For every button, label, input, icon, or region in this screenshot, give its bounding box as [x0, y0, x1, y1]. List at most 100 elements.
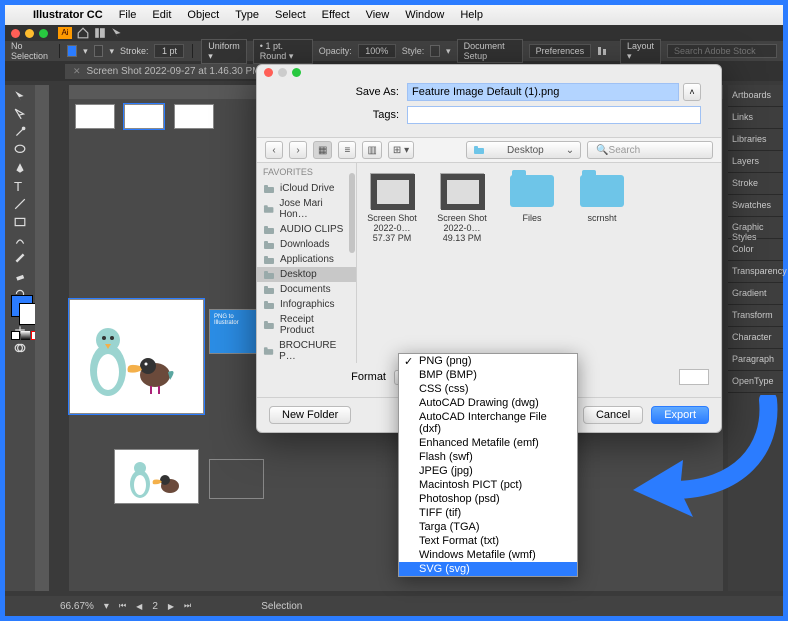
align-icon[interactable]: [597, 45, 608, 57]
stroke-profile[interactable]: Uniform ▾: [201, 39, 247, 64]
collapse-toggle-icon[interactable]: ˄: [683, 83, 701, 101]
brush-tool-icon[interactable]: [14, 234, 26, 246]
panel-libraries[interactable]: Libraries: [728, 129, 783, 151]
layout-button[interactable]: Layout ▾: [620, 39, 661, 64]
menu-help[interactable]: Help: [452, 9, 491, 21]
pen-tool-icon[interactable]: [14, 162, 26, 174]
opacity-input[interactable]: [358, 44, 396, 58]
saveas-input[interactable]: [407, 83, 679, 101]
zoom-level[interactable]: 66.67%: [60, 601, 94, 612]
sidebar-item[interactable]: BROCHURE P…: [257, 338, 356, 363]
format-menu-item[interactable]: CSS (css): [399, 382, 577, 396]
panel-opentype[interactable]: OpenType: [728, 371, 783, 393]
format-menu-item[interactable]: Photoshop (psd): [399, 492, 577, 506]
shapebuilder-tool-icon[interactable]: [14, 342, 26, 354]
format-menu-item[interactable]: Text Format (txt): [399, 534, 577, 548]
format-menu-item[interactable]: SVG (svg): [399, 562, 577, 576]
fill-swatch[interactable]: [67, 45, 77, 57]
nav-prev-icon[interactable]: ◀: [136, 602, 142, 611]
format-menu-item[interactable]: Macintosh PICT (pct): [399, 478, 577, 492]
new-folder-button[interactable]: New Folder: [269, 406, 351, 424]
format-menu-item[interactable]: AutoCAD Interchange File (dxf): [399, 410, 577, 436]
dialog-search-input[interactable]: 🔍 Search: [587, 141, 713, 159]
format-menu-item[interactable]: Targa (TGA): [399, 520, 577, 534]
format-menu-item[interactable]: Flash (swf): [399, 450, 577, 464]
panel-character[interactable]: Character: [728, 327, 783, 349]
gradient-mode-icon[interactable]: [21, 331, 30, 340]
panel-paragraph[interactable]: Paragraph: [728, 349, 783, 371]
sidebar-item[interactable]: Infographics: [257, 297, 356, 312]
sidebar-item[interactable]: AUDIO CLIPS: [257, 222, 356, 237]
menu-window[interactable]: Window: [397, 9, 452, 21]
type-tool-icon[interactable]: T: [14, 180, 26, 192]
extension-box[interactable]: [679, 369, 709, 385]
menu-select[interactable]: Select: [267, 9, 314, 21]
dialog-zoom-icon[interactable]: [292, 68, 301, 77]
fullscreen-window-icon[interactable]: [39, 29, 48, 38]
format-menu-item[interactable]: BMP (BMP): [399, 368, 577, 382]
doc-setup-button[interactable]: Document Setup: [457, 39, 523, 63]
panel-swatches[interactable]: Swatches: [728, 195, 783, 217]
magic-wand-tool-icon[interactable]: [14, 126, 26, 138]
nav-fwd-icon[interactable]: ›: [289, 141, 307, 159]
minimize-window-icon[interactable]: [25, 29, 34, 38]
nav-next-icon[interactable]: ▶: [168, 602, 174, 611]
sidebar-item[interactable]: iCloud Drive: [257, 181, 356, 196]
cursor-icon[interactable]: [111, 27, 123, 39]
menu-object[interactable]: Object: [179, 9, 227, 21]
rectangle-tool-icon[interactable]: [14, 216, 26, 228]
preferences-button[interactable]: Preferences: [529, 44, 592, 58]
nav-back-icon[interactable]: ‹: [265, 141, 283, 159]
panel-color[interactable]: Color: [728, 239, 783, 261]
home-icon[interactable]: [77, 27, 89, 39]
nav-first-icon[interactable]: ⏮: [119, 601, 126, 611]
format-menu-item[interactable]: JPEG (jpg): [399, 464, 577, 478]
dialog-close-icon[interactable]: [264, 68, 273, 77]
export-button[interactable]: Export: [651, 406, 709, 424]
file-item[interactable]: Screen Shot 2022-0…49.13 PM: [433, 173, 491, 243]
stroke-weight-input[interactable]: [154, 44, 184, 58]
panel-transform[interactable]: Transform: [728, 305, 783, 327]
close-tab-icon[interactable]: ✕: [73, 66, 81, 77]
format-menu-item[interactable]: PNG (png): [399, 354, 577, 368]
style-swatch[interactable]: [430, 45, 440, 57]
menu-view[interactable]: View: [358, 9, 398, 21]
cancel-button[interactable]: Cancel: [583, 406, 643, 424]
color-mode-icon[interactable]: [11, 331, 20, 340]
artboard-number[interactable]: 2: [152, 601, 158, 612]
location-popup[interactable]: Desktop⌄: [466, 141, 581, 159]
format-menu-item[interactable]: TIFF (tif): [399, 506, 577, 520]
panel-stroke[interactable]: Stroke: [728, 173, 783, 195]
close-window-icon[interactable]: [11, 29, 20, 38]
stroke-swatch[interactable]: [94, 45, 104, 57]
folder-item[interactable]: scrnsht: [573, 173, 631, 223]
direct-select-tool-icon[interactable]: [14, 108, 26, 120]
format-menu[interactable]: PNG (png)BMP (BMP)CSS (css)AutoCAD Drawi…: [398, 353, 578, 577]
sidebar-item[interactable]: Downloads: [257, 237, 356, 252]
format-menu-item[interactable]: AutoCAD Drawing (dwg): [399, 396, 577, 410]
menu-file[interactable]: File: [111, 9, 145, 21]
panel-graphic-styles[interactable]: Graphic Styles: [728, 217, 783, 239]
panel-layers[interactable]: Layers: [728, 151, 783, 173]
format-menu-item[interactable]: Enhanced Metafile (emf): [399, 436, 577, 450]
nav-last-icon[interactable]: ⏭: [184, 601, 191, 611]
view-icons-icon[interactable]: ▦: [313, 141, 332, 159]
sidebar-item[interactable]: Jose Mari Hon…: [257, 196, 356, 222]
eraser-tool-icon[interactable]: [14, 270, 26, 282]
selection-tool-icon[interactable]: [14, 90, 26, 102]
app-name[interactable]: Illustrator CC: [25, 9, 111, 21]
sidebar-scrollbar[interactable]: [349, 173, 355, 253]
sidebar-item[interactable]: Desktop: [257, 267, 356, 282]
panel-gradient[interactable]: Gradient: [728, 283, 783, 305]
format-menu-item[interactable]: Windows Metafile (wmf): [399, 548, 577, 562]
view-list-icon[interactable]: ≡: [338, 141, 356, 159]
file-item[interactable]: Screen Shot 2022-0…57.37 PM: [363, 173, 421, 243]
brush-def[interactable]: • 1 pt. Round ▾: [253, 39, 313, 64]
stock-search-input[interactable]: [667, 44, 777, 58]
panel-transparency[interactable]: Transparency: [728, 261, 783, 283]
lasso-tool-icon[interactable]: [14, 144, 26, 156]
sidebar-item[interactable]: Applications: [257, 252, 356, 267]
pencil-tool-icon[interactable]: [14, 252, 26, 264]
menu-type[interactable]: Type: [227, 9, 267, 21]
view-columns-icon[interactable]: ▥: [362, 141, 381, 159]
